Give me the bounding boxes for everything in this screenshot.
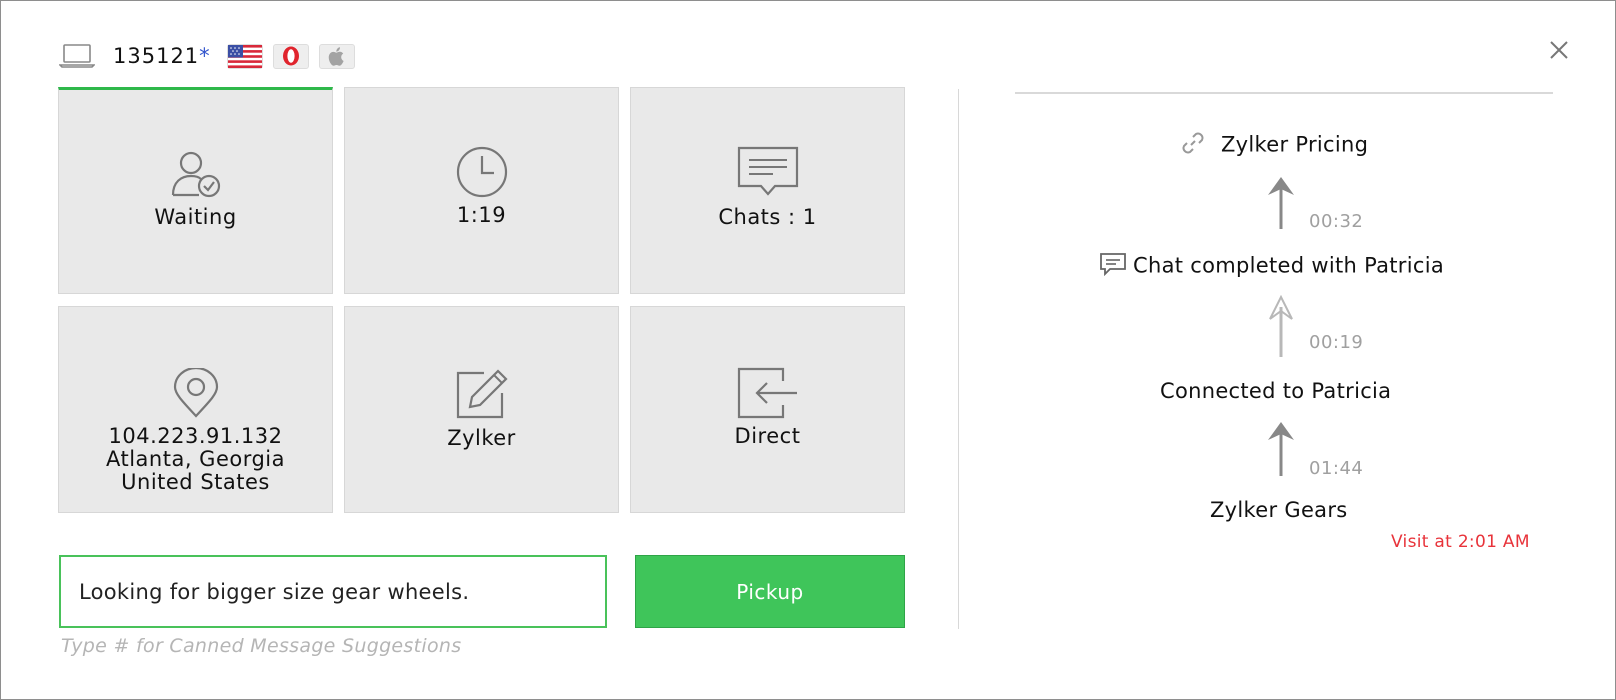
- tile-chats-label: Chats : 1: [718, 205, 817, 229]
- apple-os-icon: [318, 43, 355, 69]
- timeline-event-page-label: Zylker Pricing: [1221, 132, 1369, 157]
- timeline-event-connected: Connected to Patricia: [1160, 379, 1392, 403]
- pickup-button[interactable]: Pickup: [635, 555, 905, 628]
- tile-location-country: United States: [121, 470, 270, 494]
- tile-department-label: Zylker: [447, 426, 516, 450]
- sign-in-icon: [737, 367, 799, 419]
- location-pin-icon: [173, 367, 219, 419]
- chat-icon: [1099, 252, 1127, 281]
- laptop-icon: [58, 43, 96, 69]
- timeline-duration-1: 00:32: [1309, 211, 1364, 232]
- timeline-arrow-1: [1268, 177, 1294, 229]
- close-icon: [1550, 41, 1568, 59]
- us-flag-icon: [226, 43, 263, 69]
- tile-status-label: Waiting: [154, 205, 237, 229]
- visitor-id: 135121*: [113, 44, 211, 68]
- timeline-event-chat-label: Chat completed with Patricia: [1133, 253, 1445, 278]
- user-check-icon: [169, 148, 223, 200]
- timeline-duration-2: 00:19: [1309, 332, 1364, 353]
- tile-location-city: Atlanta, Georgia: [105, 447, 286, 471]
- timeline-arrow-3: [1268, 422, 1294, 476]
- tile-department: Zylker: [344, 306, 619, 513]
- visitor-panel: 135121* Waiting 1:19 Chats: 1 104.223.9…: [0, 0, 1616, 700]
- tile-status: Waiting: [58, 87, 333, 294]
- tile-referrer-label: Direct: [734, 424, 801, 448]
- visit-time: Visit at 2:01 AM: [1391, 532, 1530, 552]
- timeline-divider: [1015, 92, 1553, 94]
- close-button[interactable]: [1544, 35, 1574, 65]
- clock-icon: [455, 146, 509, 198]
- tile-wait-time: 1:19: [344, 87, 619, 294]
- tile-location: 104.223.91.132 Atlanta, Georgia United S…: [58, 306, 333, 513]
- chat-icon: [737, 146, 799, 198]
- opera-browser-icon: [272, 43, 309, 69]
- tile-wait-time-label: 1:19: [456, 203, 507, 227]
- canned-message-hint: Type # for Canned Message Suggestions: [61, 635, 462, 657]
- timeline-event-page: Zylker Pricing: [1179, 129, 1368, 162]
- panel-divider: [958, 89, 959, 629]
- timeline-event-landing: Zylker Gears: [1210, 498, 1348, 522]
- visitor-id-asterisk: *: [199, 44, 211, 68]
- edit-icon: [454, 369, 510, 421]
- tile-referrer: Direct: [630, 306, 905, 513]
- link-icon: [1179, 129, 1207, 162]
- tile-chats: Chats : 1: [630, 87, 905, 294]
- message-input[interactable]: Looking for bigger size gear wheels.: [59, 555, 607, 628]
- timeline-arrow-2: [1269, 295, 1293, 357]
- tile-location-ip: 104.223.91.132: [108, 424, 283, 448]
- timeline-duration-3: 01:44: [1309, 458, 1364, 479]
- visitor-header: 135121*: [58, 41, 355, 71]
- timeline-event-chat: Chat completed with Patricia: [1099, 252, 1444, 281]
